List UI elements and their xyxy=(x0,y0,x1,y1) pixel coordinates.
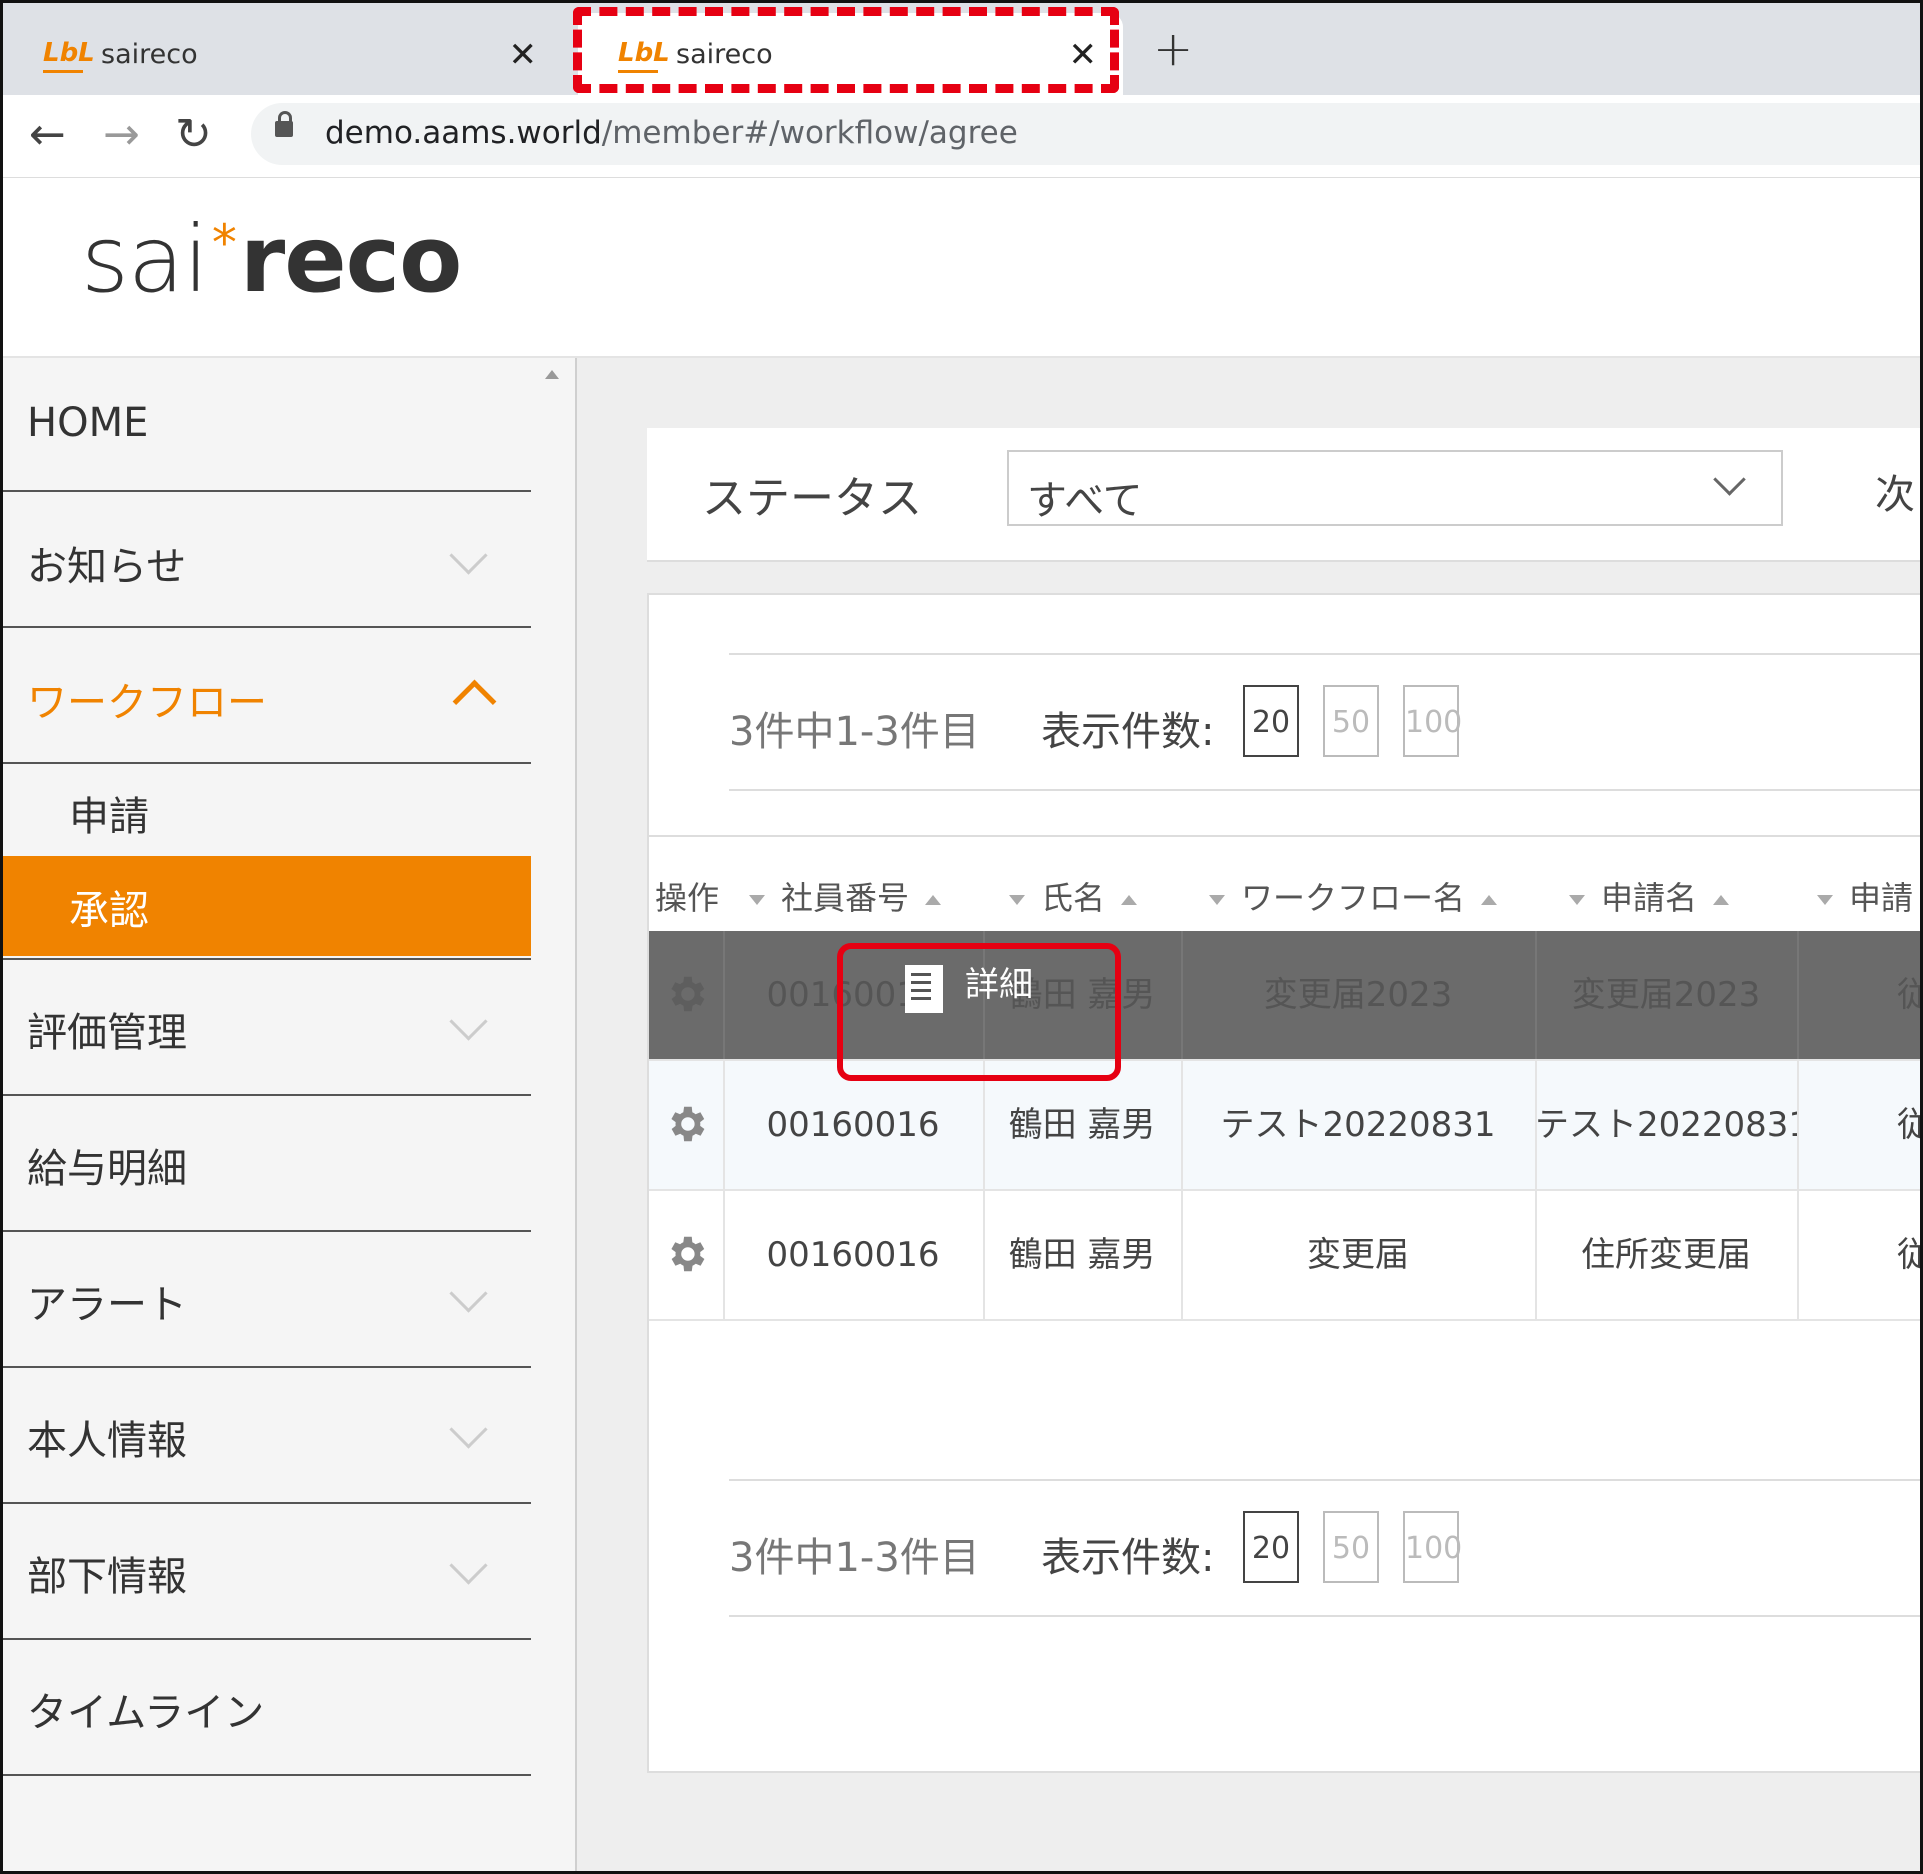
chevron-down-icon xyxy=(449,1546,488,1585)
page-size-100-button[interactable]: 100 xyxy=(1403,685,1462,757)
page-size-50-button[interactable]: 50 xyxy=(1323,1511,1379,1583)
sidebar-item-news[interactable]: お知らせ xyxy=(3,492,531,628)
column-header-app-name[interactable]: 申請名 xyxy=(1569,873,1730,919)
sort-asc-icon[interactable] xyxy=(925,895,942,905)
chevron-down-icon xyxy=(449,536,488,575)
sort-desc-icon[interactable] xyxy=(1569,895,1585,905)
gear-icon[interactable] xyxy=(663,971,709,1017)
back-arrow-icon[interactable]: ← xyxy=(29,109,66,160)
scroll-up-icon[interactable] xyxy=(545,370,559,379)
main-content: ステータス すべて 次 3件中1-3件目 表示件数: 20 50 100 操作 … xyxy=(577,358,1920,1871)
sidebar-item-evaluation[interactable]: 評価管理 xyxy=(3,958,531,1096)
pager-top: 3件中1-3件目 表示件数: 20 50 100 xyxy=(729,653,1920,791)
status-filter-label: ステータス xyxy=(702,473,922,524)
chevron-down-icon xyxy=(449,1002,488,1041)
page-size-20-button[interactable]: 20 xyxy=(1243,1511,1299,1583)
next-filter-label: 次 xyxy=(1875,472,1915,518)
app-name-cell: テスト20220831 xyxy=(1535,1061,1799,1189)
workflow-cell: 変更届2023 xyxy=(1181,931,1537,1059)
detail-highlight-annotation xyxy=(837,943,1121,1081)
app-header: sai*reco xyxy=(3,178,1920,358)
sidebar-item-payslip[interactable]: 給与明細 xyxy=(3,1096,531,1232)
url-input[interactable]: demo.aams.world/member#/workflow/agree xyxy=(251,103,1920,165)
chevron-down-icon xyxy=(449,1410,488,1449)
page-size-20-button[interactable]: 20 xyxy=(1243,685,1299,757)
chevron-up-icon xyxy=(452,679,497,724)
sort-desc-icon[interactable] xyxy=(749,895,765,905)
gear-icon[interactable] xyxy=(663,1231,709,1277)
sidebar-item-workflow[interactable]: ワークフロー xyxy=(3,628,531,764)
forward-arrow-icon[interactable]: → xyxy=(103,109,140,160)
workflow-cell: 変更届 xyxy=(1181,1191,1537,1319)
extra-cell: 従 xyxy=(1797,1191,1920,1319)
column-header-emp-no[interactable]: 社員番号 xyxy=(749,873,942,919)
app-name-cell: 住所変更届 xyxy=(1535,1191,1799,1319)
gear-icon[interactable] xyxy=(663,1101,709,1147)
page-size-50-button[interactable]: 50 xyxy=(1323,685,1379,757)
sidebar-item-subordinate-info[interactable]: 部下情報 xyxy=(3,1504,531,1640)
saireco-logo[interactable]: sai*reco xyxy=(81,206,462,313)
close-icon[interactable]: ✕ xyxy=(509,35,538,75)
page-size-label: 表示件数: xyxy=(1041,1535,1215,1581)
new-tab-icon[interactable]: + xyxy=(1153,21,1193,77)
column-header-workflow[interactable]: ワークフロー名 xyxy=(1209,873,1498,919)
sidebar-item-alert[interactable]: アラート xyxy=(3,1232,531,1368)
sort-desc-icon[interactable] xyxy=(1209,895,1225,905)
url-text: demo.aams.world/member#/workflow/agree xyxy=(325,115,1018,151)
pager-bottom: 3件中1-3件目 表示件数: 20 50 100 xyxy=(729,1479,1920,1617)
sort-asc-icon[interactable] xyxy=(1121,895,1138,905)
reload-icon[interactable]: ↻ xyxy=(175,109,212,160)
chevron-down-icon xyxy=(1713,463,1746,496)
sidebar-item-timeline[interactable]: タイムライン xyxy=(3,1640,531,1776)
browser-address-bar: ← → ↻ demo.aams.world/member#/workflow/a… xyxy=(3,95,1920,178)
result-count: 3件中1-3件目 xyxy=(729,1535,980,1581)
page-size-label: 表示件数: xyxy=(1041,709,1215,755)
emp-no-cell: 00160016 xyxy=(723,1191,985,1319)
sidebar-subitem-application[interactable]: 申請 xyxy=(3,764,531,856)
sidebar-item-personal-info[interactable]: 本人情報 xyxy=(3,1368,531,1504)
extra-cell: 従 xyxy=(1797,931,1920,1059)
name-cell: 鶴田 嘉男 xyxy=(983,1191,1183,1319)
list-panel: 3件中1-3件目 表示件数: 20 50 100 操作 社員番号 氏名 ワークフ… xyxy=(647,593,1920,1773)
column-header-name[interactable]: 氏名 xyxy=(1009,873,1138,919)
table-row[interactable]: 00160016 鶴田 嘉男 テスト20220831 テスト20220831 従 xyxy=(649,1061,1920,1191)
column-header-op: 操作 xyxy=(655,879,720,917)
sidebar-item-home[interactable]: HOME xyxy=(3,358,531,492)
browser-tab-bar: LbL saireco ✕ LbL saireco ✕ + xyxy=(3,3,1920,95)
column-header-app[interactable]: 申請 xyxy=(1817,873,1913,919)
lock-icon xyxy=(275,111,293,137)
status-select-value: すべて xyxy=(1027,478,1143,524)
status-select[interactable]: すべて xyxy=(1007,450,1783,526)
tab-highlight-annotation xyxy=(573,7,1119,93)
app-name-cell: 変更届2023 xyxy=(1535,931,1799,1059)
browser-tab-1[interactable]: LbL saireco ✕ xyxy=(3,13,563,95)
page-size-100-button[interactable]: 100 xyxy=(1403,1511,1462,1583)
workflow-cell: テスト20220831 xyxy=(1181,1061,1537,1189)
table-header: 操作 社員番号 氏名 ワークフロー名 申請名 申請 xyxy=(649,835,1920,933)
table-row[interactable]: 00160016 鶴田 嘉男 変更届 住所変更届 従 xyxy=(649,1191,1920,1321)
sort-asc-icon[interactable] xyxy=(1481,895,1498,905)
chevron-down-icon xyxy=(449,1274,488,1313)
screenshot-frame: LbL saireco ✕ LbL saireco ✕ + ← → ↻ demo… xyxy=(0,0,1923,1874)
sort-asc-icon[interactable] xyxy=(1713,895,1730,905)
sidebar: HOME お知らせ ワークフロー 申請 承認 評価管理 給与明細 アラート 本人… xyxy=(3,358,577,1871)
saireco-favicon-icon: LbL xyxy=(43,36,95,73)
tab-title: saireco xyxy=(101,38,198,70)
filter-panel: ステータス すべて 次 xyxy=(647,428,1920,562)
result-count: 3件中1-3件目 xyxy=(729,709,980,755)
extra-cell: 従 xyxy=(1797,1061,1920,1189)
sort-desc-icon[interactable] xyxy=(1009,895,1025,905)
sort-desc-icon[interactable] xyxy=(1817,895,1833,905)
sidebar-subitem-approval[interactable]: 承認 xyxy=(3,856,531,956)
